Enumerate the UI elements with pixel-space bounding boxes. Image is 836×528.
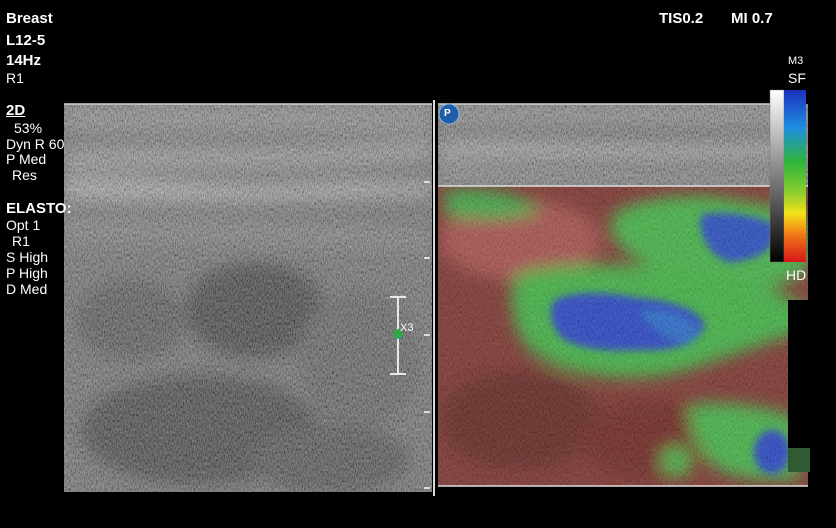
frame-rate-label: 14Hz [6, 52, 42, 69]
elasto-opt-label: Opt 1 [6, 217, 41, 233]
tis-label: TIS0.2 [659, 10, 704, 27]
zoom-label: X3 [400, 322, 414, 334]
color-map-label: M3 [788, 55, 804, 67]
preset-label: R1 [6, 70, 24, 86]
persistence-label: P Med [6, 151, 47, 167]
quality-label: HD [786, 267, 807, 283]
mode-elasto-label: ELASTO: [6, 200, 72, 217]
bmode-image [64, 104, 432, 492]
color-scale-label: SF [788, 70, 806, 86]
dynamic-range-label: Dyn R 60 [6, 136, 65, 152]
resolution-label: Res [12, 167, 37, 183]
exam-type-label: Breast [6, 10, 53, 27]
elasto-preset-label: R1 [12, 233, 30, 249]
gain-label: 53% [14, 120, 43, 136]
probe-marker-label: P [444, 108, 451, 119]
elasto-color-overlay [438, 186, 808, 486]
mi-label: MI 0.7 [731, 10, 773, 27]
ultrasound-scene [64, 89, 810, 496]
quality-indicator [788, 300, 810, 472]
mode-2d-label: 2D [6, 102, 26, 119]
elasto-d-label: D Med [6, 281, 48, 297]
probe-label: L12-5 [6, 32, 46, 49]
elasto-color-bar [769, 89, 806, 263]
elasto-p-label: P High [6, 265, 48, 281]
elasto-s-label: S High [6, 249, 49, 265]
elasto-image [438, 104, 808, 486]
